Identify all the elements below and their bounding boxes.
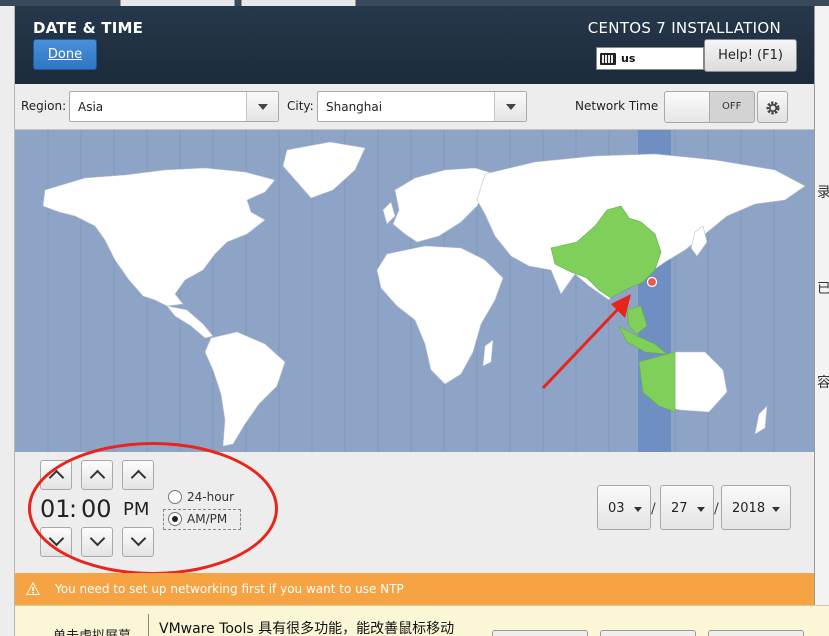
timezone-map[interactable] — [15, 130, 814, 452]
keyboard-layout-label: us — [621, 52, 636, 65]
product-title: CENTOS 7 INSTALLATION — [587, 19, 781, 37]
vmware-tools-message: VMware Tools 具有很多功能，能改善鼠标移动 — [159, 621, 455, 636]
background-text: 容 — [817, 375, 829, 391]
background-text: 录 — [817, 185, 829, 201]
annotation-circle — [28, 442, 278, 575]
south-america[interactable] — [204, 331, 286, 447]
central-america[interactable] — [166, 305, 214, 339]
switch-state: OFF — [722, 101, 742, 112]
annotation-arrow-icon — [541, 294, 631, 390]
date-separator: / — [651, 501, 656, 517]
north-america[interactable] — [42, 167, 276, 307]
ntp-config-button[interactable] — [757, 91, 788, 123]
date-separator: / — [714, 501, 719, 517]
city-combo[interactable]: Shanghai — [317, 91, 527, 122]
page-title: DATE & TIME — [33, 19, 144, 37]
region-combo[interactable]: Asia — [69, 91, 279, 122]
city-label: City: — [287, 99, 314, 113]
timezone-toolbar: Region: Asia City: Shanghai Network Time… — [15, 84, 814, 130]
vmware-tools-bar: 单击虚拟屏幕 VMware Tools 具有很多功能，能改善鼠标移动 — [15, 605, 829, 636]
network-time-label: Network Time — [575, 99, 659, 113]
year-combo[interactable]: 2018 — [721, 485, 791, 530]
madagascar[interactable] — [482, 339, 494, 367]
click-virtual-screen-hint[interactable]: 单击虚拟屏幕 — [53, 625, 131, 636]
region-label: Region: — [21, 99, 67, 113]
chevron-down-icon[interactable] — [246, 92, 278, 121]
gear-icon — [766, 101, 780, 115]
ntp-warning-bar: You need to set up networking first if y… — [15, 573, 814, 605]
chevron-down-icon — [772, 507, 780, 512]
keyboard-icon — [600, 53, 616, 65]
chevron-down-icon — [697, 507, 705, 512]
day-value: 27 — [671, 501, 688, 516]
vmware-bar-button[interactable] — [708, 630, 804, 636]
day-combo[interactable]: 27 — [660, 485, 714, 530]
divider — [148, 614, 149, 636]
city-marker-pin-icon[interactable] — [646, 276, 658, 288]
background-window: 录 已 容 — [814, 6, 829, 605]
keyboard-layout-indicator[interactable]: us — [596, 47, 704, 70]
network-time-switch[interactable]: OFF — [664, 91, 755, 123]
new-zealand[interactable] — [754, 405, 768, 435]
switch-knob[interactable] — [665, 92, 710, 122]
warning-text: You need to set up networking first if y… — [55, 582, 404, 596]
greenland[interactable] — [282, 141, 366, 199]
city-value: Shanghai — [326, 100, 383, 114]
vmware-bar-button[interactable] — [600, 630, 696, 636]
help-button[interactable]: Help! (F1) — [704, 39, 797, 72]
vmware-bar-button[interactable] — [492, 630, 588, 636]
background-text: 已 — [817, 281, 829, 297]
spoke-header: DATE & TIME Done CENTOS 7 INSTALLATION u… — [15, 6, 814, 84]
continents — [42, 141, 806, 447]
month-combo[interactable]: 03 — [597, 485, 651, 530]
britain[interactable] — [382, 201, 396, 225]
warning-icon — [26, 582, 40, 595]
done-button[interactable]: Done — [33, 39, 97, 70]
year-value: 2018 — [732, 501, 766, 516]
installer-window: DATE & TIME Done CENTOS 7 INSTALLATION u… — [0, 0, 829, 636]
month-value: 03 — [608, 501, 625, 516]
region-value: Asia — [78, 100, 104, 114]
chevron-down-icon — [634, 507, 642, 512]
left-window-edge — [0, 6, 15, 636]
chevron-down-icon[interactable] — [494, 92, 526, 121]
world-map[interactable] — [15, 130, 814, 452]
